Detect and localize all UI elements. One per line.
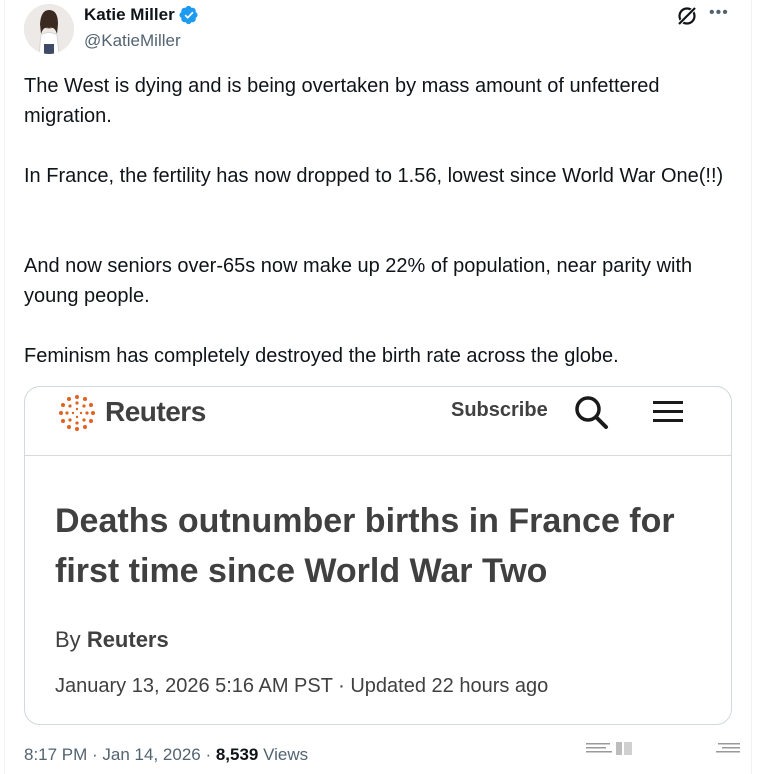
tweet-meta: 8:17 PM · Jan 14, 2026 · 8,539 Views [24, 745, 308, 765]
meta-separator: · [87, 745, 103, 764]
grok-icon[interactable] [676, 5, 698, 27]
article-dateline: January 13, 2026 5:16 AM PST · Updated 2… [55, 675, 549, 697]
article-headline[interactable]: Deaths outnumber births in France for fi… [55, 496, 705, 596]
subscribe-button[interactable]: Subscribe [451, 399, 548, 422]
timeline-border-right [751, 0, 752, 774]
tweet-paragraph: The West is dying and is being overtaken… [24, 75, 660, 127]
tweet-date[interactable]: Jan 14, 2026 [102, 745, 200, 764]
tweet-paragraph: And now seniors over-65s now make up 22%… [24, 255, 693, 307]
tweet-time[interactable]: 8:17 PM [24, 745, 87, 764]
meta-separator: · [200, 745, 216, 764]
reuters-wordmark: Reuters [105, 396, 206, 427]
tweet-paragraph: Feminism has completely destroyed the bi… [24, 345, 619, 367]
tweet-paragraph: In France, the fertility has now dropped… [24, 165, 724, 187]
article-byline: By Reuters [55, 627, 169, 653]
avatar[interactable] [24, 4, 74, 54]
author-name-text[interactable]: Katie Miller [84, 5, 175, 25]
author-handle[interactable]: @KatieMiller [84, 31, 181, 51]
watermark-graphic [584, 738, 744, 758]
reuters-logo-icon [55, 393, 99, 437]
article-header: Reuters Subscribe [25, 387, 731, 456]
search-icon[interactable] [573, 393, 609, 431]
timeline-border-left [4, 0, 5, 774]
more-icon[interactable]: ••• [709, 3, 729, 23]
byline-author[interactable]: Reuters [87, 627, 169, 652]
views-count: 8,539 [215, 745, 259, 764]
byline-prefix: By [55, 627, 81, 652]
views-label: Views [263, 745, 309, 764]
menu-icon[interactable] [651, 399, 685, 425]
article-card[interactable]: Reuters Subscribe Deaths outnumber birth… [24, 386, 732, 725]
verified-badge-icon [179, 5, 199, 25]
author-name[interactable]: Katie Miller [84, 5, 199, 25]
